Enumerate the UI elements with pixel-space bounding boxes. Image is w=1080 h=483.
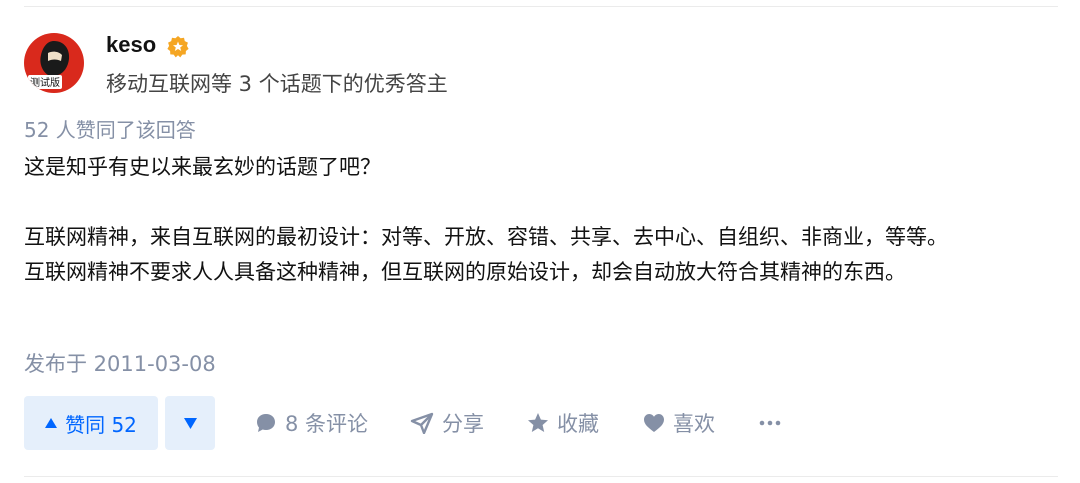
answer-paragraph: 互联网精神，来自互联网的最初设计：对等、开放、容错、共享、去中心、自组织、非商业… (24, 225, 948, 249)
comments-button[interactable]: 8 条评论 (255, 396, 368, 450)
action-bar: 赞同 52 8 条评论 分享 收藏 喜欢 (24, 396, 824, 450)
author-name[interactable]: keso (106, 32, 156, 58)
answer-paragraph: 这是知乎有史以来最玄妙的话题了吧？ (24, 155, 381, 179)
comment-icon (257, 414, 275, 432)
bottom-divider (24, 476, 1058, 477)
share-label: 分享 (442, 412, 484, 436)
share-icon (410, 412, 434, 434)
star-icon (528, 413, 548, 432)
vote-down-button[interactable] (165, 396, 215, 450)
avatar-image: 测试版 (24, 33, 84, 93)
avatar[interactable]: 测试版 (24, 33, 84, 93)
like-label: 喜欢 (673, 412, 715, 436)
publish-time[interactable]: 发布于 2011-03-08 (24, 348, 216, 378)
vote-up-label: 赞同 52 (65, 412, 137, 437)
collect-button[interactable]: 收藏 (527, 396, 599, 450)
verified-badge-icon (167, 36, 189, 58)
voters-count[interactable]: 52 人赞同了该回答 (24, 114, 196, 143)
vote-up-button[interactable]: 赞同 52 (24, 396, 158, 450)
top-divider (24, 6, 1058, 7)
heart-icon (644, 414, 664, 432)
share-button[interactable]: 分享 (410, 396, 484, 450)
triangle-down-icon (183, 417, 197, 429)
more-icon (759, 420, 781, 426)
triangle-up-icon (45, 418, 58, 428)
author-headline: 移动互联网等 3 个话题下的优秀答主 (106, 72, 448, 96)
avatar-badge-text: 测试版 (30, 76, 60, 89)
answer-content: 这是知乎有史以来最玄妙的话题了吧？ 互联网精神，来自互联网的最初设计：对等、开放… (24, 150, 1054, 290)
comments-label: 8 条评论 (285, 412, 369, 436)
answer-paragraph: 互联网精神不要求人人具备这种精神，但互联网的原始设计，却会自动放大符合其精神的东… (24, 260, 906, 284)
collect-label: 收藏 (557, 412, 599, 436)
like-button[interactable]: 喜欢 (643, 396, 715, 450)
more-button[interactable] (759, 396, 781, 450)
